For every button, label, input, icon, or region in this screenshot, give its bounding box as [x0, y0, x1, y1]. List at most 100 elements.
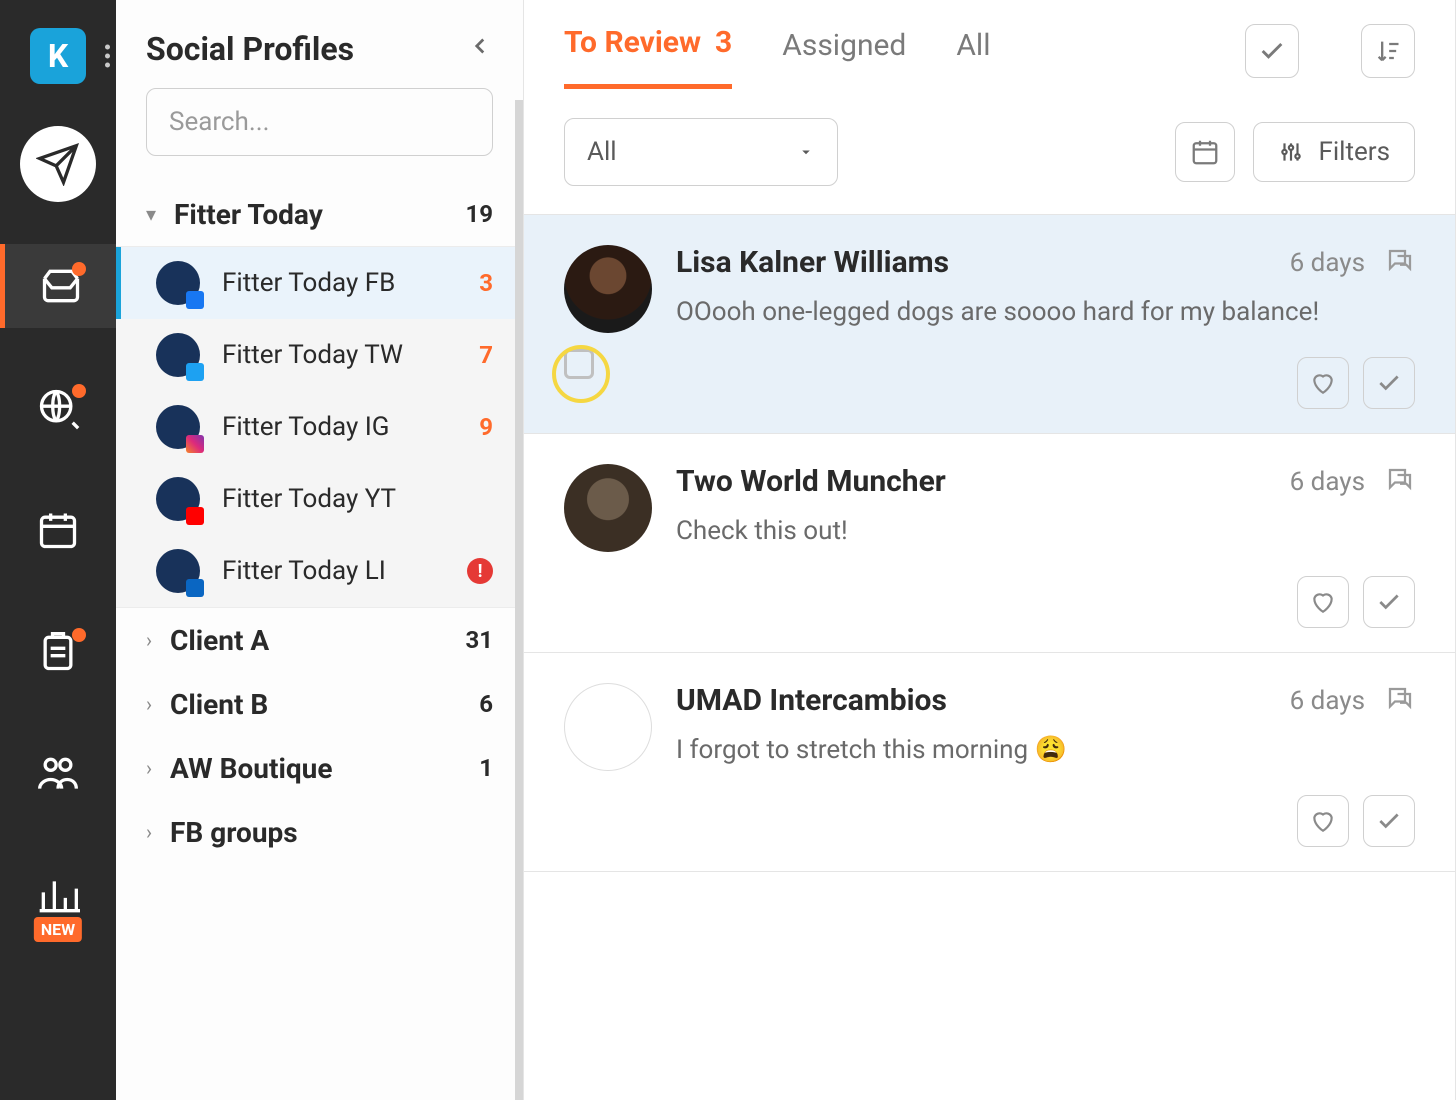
- author-name: UMAD Intercambios: [676, 683, 1270, 718]
- type-dropdown[interactable]: All: [564, 118, 838, 186]
- tabs: To Review 3 Assigned All: [524, 0, 1455, 90]
- profile-avatar: [156, 549, 200, 593]
- check-icon: [1376, 370, 1402, 396]
- message-time: 6 days: [1290, 467, 1365, 497]
- filters-button[interactable]: Filters: [1253, 122, 1415, 182]
- check-icon: [1376, 589, 1402, 615]
- profile-group[interactable]: ▾ Fitter Today 19: [146, 182, 493, 246]
- li-icon: [186, 579, 204, 597]
- author-avatar: [564, 464, 652, 552]
- profile-avatar: [156, 477, 200, 521]
- message-list: Lisa Kalner Williams 6 days OOooh one-le…: [524, 215, 1455, 1100]
- brand-logo[interactable]: K: [30, 28, 86, 84]
- calendar-icon: [36, 508, 80, 552]
- collapse-panel-button[interactable]: [467, 32, 493, 67]
- profile-item[interactable]: Fitter Today IG 9: [116, 391, 523, 463]
- profile-avatar: [156, 261, 200, 305]
- profile-group[interactable]: › Client A 31: [146, 608, 493, 672]
- ig-icon: [186, 435, 204, 453]
- nav-team[interactable]: [0, 732, 116, 816]
- profile-group[interactable]: › FB groups: [146, 800, 493, 864]
- fb-icon: [186, 291, 204, 309]
- heart-icon: [1310, 370, 1336, 396]
- profile-name: Fitter Today IG: [222, 412, 457, 442]
- mark-reviewed-button[interactable]: [1363, 576, 1415, 628]
- notification-dot: [72, 628, 86, 642]
- like-button[interactable]: [1297, 357, 1349, 409]
- mark-reviewed-button[interactable]: [1363, 357, 1415, 409]
- mark-all-button[interactable]: [1245, 24, 1299, 78]
- message-card[interactable]: Lisa Kalner Williams 6 days OOooh one-le…: [524, 215, 1455, 434]
- new-badge: NEW: [34, 917, 82, 942]
- message-card[interactable]: Two World Muncher 6 days Check this out!: [524, 434, 1455, 653]
- chevron-down-icon: ▾: [146, 202, 156, 226]
- paper-plane-icon: [36, 142, 80, 186]
- tab-label: Assigned: [782, 28, 906, 63]
- group-name: AW Boutique: [170, 752, 461, 785]
- filters-label: Filters: [1318, 137, 1390, 167]
- yt-icon: [186, 507, 204, 525]
- profile-avatar: [156, 333, 200, 377]
- group-count: 1: [479, 754, 493, 782]
- message-text: I forgot to stretch this morning 😩: [676, 732, 1415, 770]
- nav-calendar[interactable]: [0, 488, 116, 572]
- profile-count: 9: [479, 413, 493, 441]
- chevron-down-icon: [797, 143, 815, 161]
- nav-discover[interactable]: [0, 366, 116, 450]
- like-button[interactable]: [1297, 576, 1349, 628]
- alert-icon: !: [467, 558, 493, 584]
- calendar-icon: [1190, 137, 1220, 167]
- nav-tasks[interactable]: [0, 610, 116, 694]
- group-name: FB groups: [170, 816, 475, 849]
- like-button[interactable]: [1297, 795, 1349, 847]
- heart-icon: [1310, 808, 1336, 834]
- tab-label: To Review: [564, 25, 701, 60]
- profile-item[interactable]: Fitter Today FB3: [116, 247, 523, 319]
- nav-analytics[interactable]: NEW: [0, 854, 116, 938]
- profile-item[interactable]: Fitter Today YT: [116, 463, 523, 535]
- message-time: 6 days: [1290, 248, 1365, 278]
- check-icon: [1376, 808, 1402, 834]
- notification-dot: [72, 262, 86, 276]
- author-name: Two World Muncher: [676, 464, 1270, 499]
- nav-compose[interactable]: [0, 122, 116, 206]
- tab-all[interactable]: All: [956, 28, 990, 87]
- profile-group[interactable]: › Client B 6: [146, 672, 493, 736]
- profile-name: Fitter Today TW: [222, 340, 457, 370]
- message-text: Check this out!: [676, 513, 1415, 551]
- brand-letter: K: [48, 37, 68, 75]
- scrollbar[interactable]: [515, 100, 523, 1100]
- more-icon[interactable]: [105, 45, 110, 68]
- search-placeholder: Search...: [169, 107, 269, 137]
- search-input[interactable]: Search...: [146, 88, 493, 156]
- group-count: 19: [465, 200, 493, 228]
- sort-button[interactable]: [1361, 24, 1415, 78]
- profile-group[interactable]: › AW Boutique 1: [146, 736, 493, 800]
- team-icon: [36, 752, 80, 796]
- comment-icon: [1385, 465, 1415, 499]
- profiles-panel: Social Profiles Search... ▾ Fitter Today…: [116, 0, 524, 1100]
- chevron-right-icon: ›: [146, 628, 152, 652]
- profile-item[interactable]: Fitter Today TW7: [116, 319, 523, 391]
- tab-assigned[interactable]: Assigned: [782, 28, 906, 87]
- profile-name: Fitter Today YT: [222, 484, 471, 514]
- chevron-left-icon: [467, 33, 493, 59]
- sort-icon: [1374, 37, 1402, 65]
- profile-count: 3: [479, 269, 493, 297]
- group-name: Client B: [170, 688, 461, 721]
- nav-inbox[interactable]: [0, 244, 116, 328]
- message-text: OOooh one-legged dogs are soooo hard for…: [676, 294, 1415, 332]
- tab-label: All: [956, 28, 990, 63]
- main-panel: To Review 3 Assigned All All: [524, 0, 1456, 1100]
- profile-item[interactable]: Fitter Today LI!: [116, 535, 523, 607]
- heart-icon: [1310, 589, 1336, 615]
- mark-reviewed-button[interactable]: [1363, 795, 1415, 847]
- comment-icon: [1385, 684, 1415, 718]
- select-checkbox[interactable]: [564, 349, 594, 379]
- tab-to-review[interactable]: To Review 3: [564, 25, 732, 89]
- message-card[interactable]: UMAD Intercambios 6 days I forgot to str…: [524, 653, 1455, 872]
- chevron-right-icon: ›: [146, 820, 152, 844]
- date-filter-button[interactable]: [1175, 122, 1235, 182]
- group-count: 31: [465, 626, 493, 654]
- message-time: 6 days: [1290, 686, 1365, 716]
